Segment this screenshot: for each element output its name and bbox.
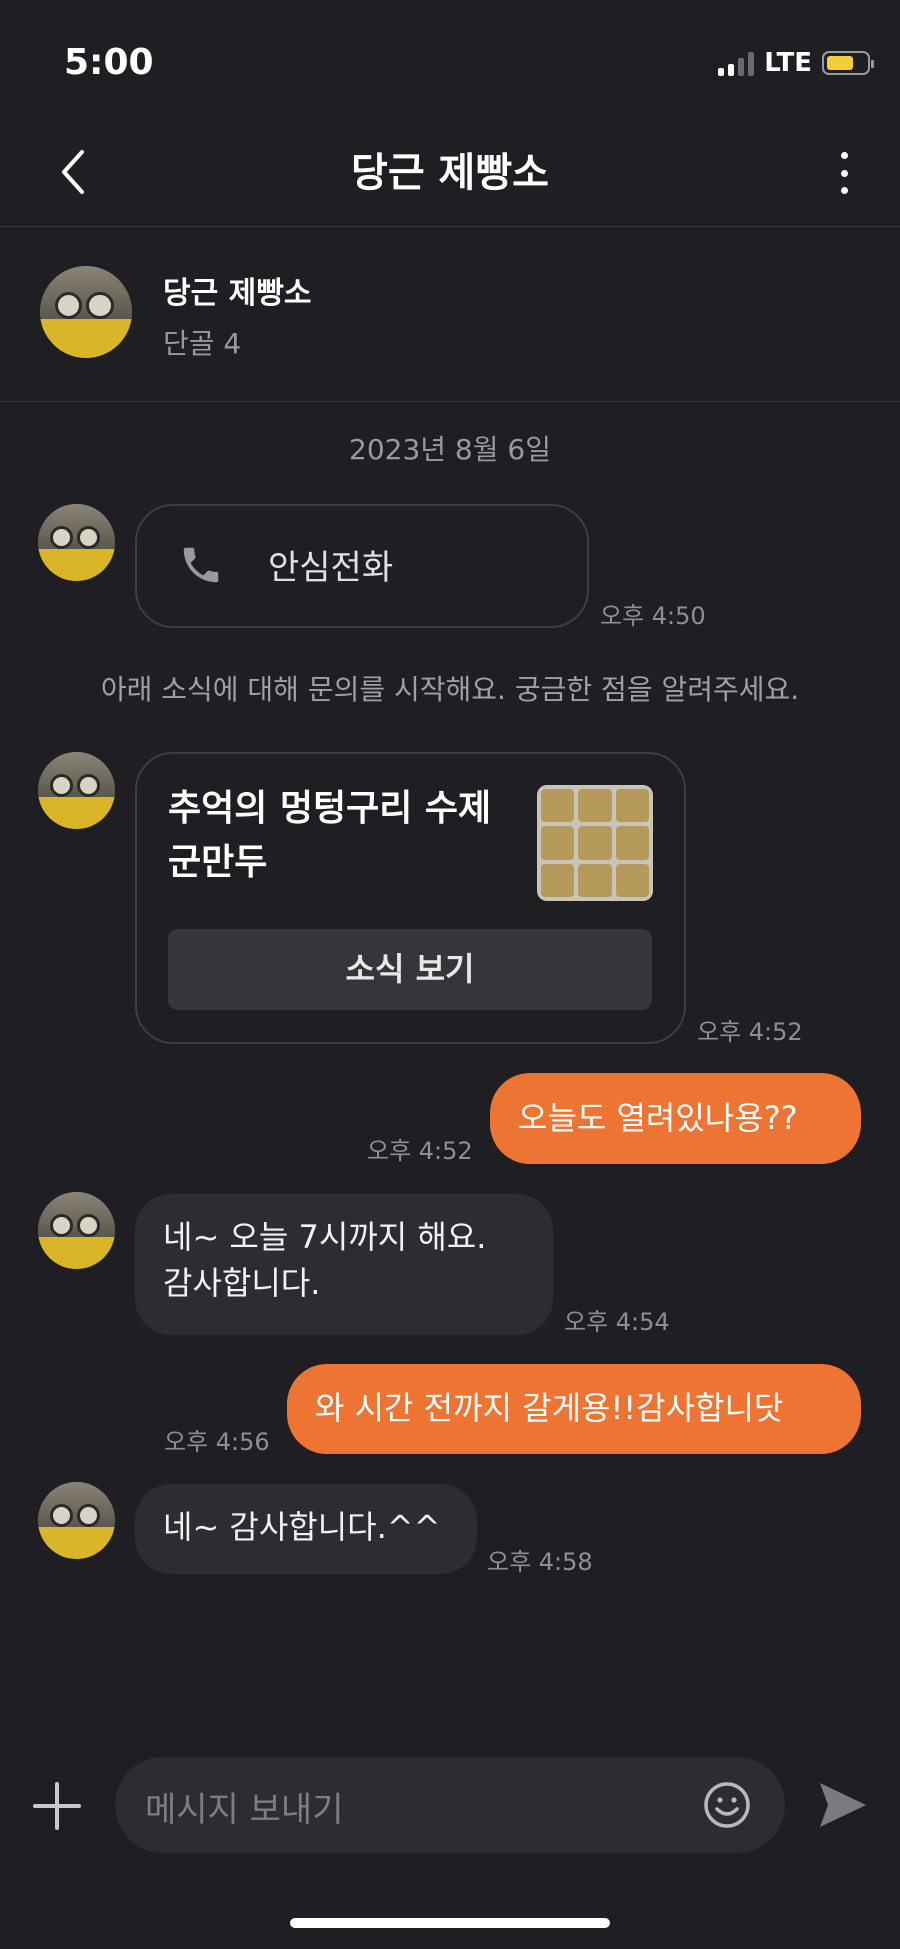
avatar[interactable] — [38, 752, 115, 829]
battery-icon — [822, 51, 874, 75]
view-news-button[interactable]: 소식 보기 — [168, 929, 652, 1010]
message-time: 오후 4:56 — [164, 1428, 270, 1456]
emoji-icon[interactable] — [703, 1781, 751, 1829]
news-card-thumbnail — [537, 785, 653, 901]
send-icon[interactable] — [816, 1779, 868, 1831]
status-indicators: LTE — [718, 48, 874, 78]
more-icon[interactable] — [838, 152, 850, 194]
news-card-title: 추억의 멍텅구리 수제 군만두 — [168, 788, 492, 883]
outgoing-message: 와 시간 전까지 갈게용!!감사합니닷 — [287, 1364, 861, 1454]
profile-regulars: 단골 4 — [163, 327, 242, 360]
message-time: 오후 4:52 — [367, 1137, 473, 1165]
incoming-message: 네~ 오늘 7시까지 해요. 감사합니다. — [135, 1194, 553, 1335]
message-input-placeholder: 메시지 보내기 — [145, 1790, 344, 1830]
network-label: LTE — [764, 48, 812, 78]
status-time: 5:00 — [64, 42, 154, 83]
avatar[interactable] — [40, 266, 132, 358]
profile-divider — [0, 401, 900, 402]
safe-call-label: 안심전화 — [268, 548, 394, 588]
message-time: 오후 4:50 — [600, 602, 706, 630]
message-time: 오후 4:54 — [564, 1308, 670, 1336]
date-separator: 2023년 8월 6일 — [349, 433, 551, 466]
header-title: 당근 제빵소 — [351, 150, 549, 196]
plus-icon[interactable] — [32, 1781, 82, 1831]
home-indicator[interactable] — [290, 1918, 610, 1928]
message-time: 오후 4:58 — [487, 1548, 593, 1576]
message-time: 오후 4:52 — [697, 1018, 803, 1046]
phone-icon — [178, 540, 224, 590]
avatar[interactable] — [38, 1192, 115, 1269]
outgoing-message: 오늘도 열려있나용?? — [490, 1073, 861, 1164]
avatar[interactable] — [38, 504, 115, 581]
avatar[interactable] — [38, 1482, 115, 1559]
system-notice: 아래 소식에 대해 문의를 시작해요. 궁금한 점을 알려주세요. — [100, 673, 800, 706]
incoming-message: 네~ 감사합니다.^^ — [135, 1484, 477, 1574]
header-divider — [0, 226, 900, 227]
signal-icon — [718, 50, 755, 76]
profile-name[interactable]: 당근 제빵소 — [163, 268, 311, 312]
